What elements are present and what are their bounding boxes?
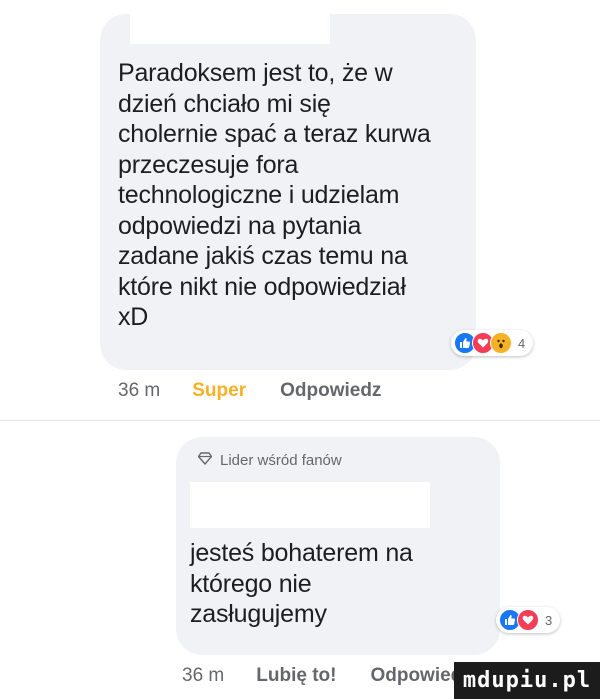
divider (0, 420, 600, 421)
reactions-summary[interactable]: 4 (451, 330, 534, 356)
reaction-button[interactable]: Super (192, 380, 246, 402)
comment-text: Paradoksem jest to, że w dzień chciało m… (118, 59, 431, 331)
like-button[interactable]: Lubię to! (256, 665, 336, 687)
diamond-icon (197, 452, 213, 469)
top-fan-badge: Lider wśród fanów (197, 452, 342, 469)
wow-icon (490, 332, 512, 354)
comment-text: jesteś bohaterem na którego nie zasługuj… (190, 539, 413, 628)
comment-actions: 36 m Super Odpowiedz (118, 380, 415, 402)
comment-timestamp: 36 m (118, 380, 161, 401)
comment-timestamp: 36 m (182, 665, 225, 686)
watermark: mdupiu.pl (454, 662, 600, 699)
badge-label: Lider wśród fanów (220, 452, 342, 469)
reactions-summary[interactable]: 3 (496, 607, 561, 633)
reaction-count: 3 (545, 612, 553, 628)
redacted-author-name (190, 482, 430, 528)
reply-button[interactable]: Odpowiedz (280, 380, 381, 402)
reaction-count: 4 (518, 335, 526, 351)
love-icon (517, 609, 539, 631)
redacted-author-name (130, 14, 330, 44)
